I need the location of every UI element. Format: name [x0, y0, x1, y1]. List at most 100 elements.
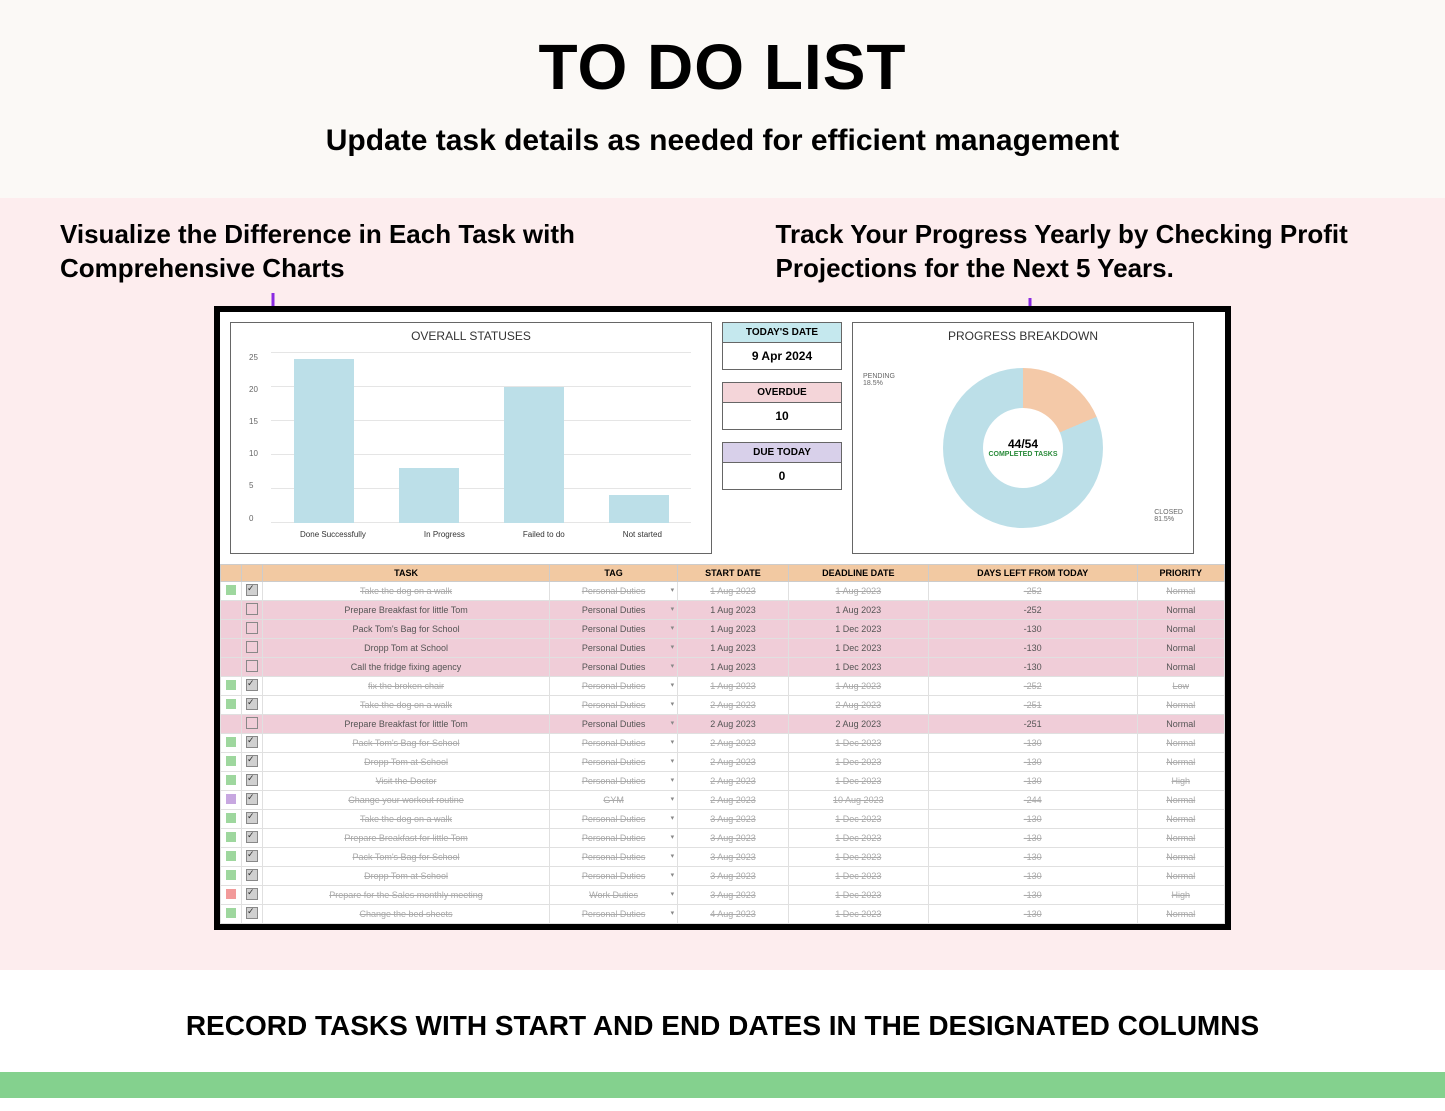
- start-date-cell[interactable]: 2 Aug 2023: [678, 771, 789, 790]
- column-header[interactable]: START DATE: [678, 564, 789, 581]
- tag-cell[interactable]: GYM: [550, 790, 678, 809]
- task-cell[interactable]: Change your workout routine: [263, 790, 550, 809]
- tag-cell[interactable]: Personal Duties: [550, 828, 678, 847]
- tag-cell[interactable]: Work Duties: [550, 885, 678, 904]
- start-date-cell[interactable]: 3 Aug 2023: [678, 847, 789, 866]
- priority-cell[interactable]: Normal: [1137, 733, 1224, 752]
- start-date-cell[interactable]: 1 Aug 2023: [678, 619, 789, 638]
- table-row[interactable]: Dropp Tom at SchoolPersonal Duties2 Aug …: [221, 752, 1225, 771]
- start-date-cell[interactable]: 2 Aug 2023: [678, 714, 789, 733]
- start-date-cell[interactable]: 2 Aug 2023: [678, 695, 789, 714]
- deadline-cell[interactable]: 1 Dec 2023: [788, 866, 928, 885]
- checkbox[interactable]: [246, 698, 258, 710]
- priority-cell[interactable]: Normal: [1137, 638, 1224, 657]
- checkbox[interactable]: [246, 584, 258, 596]
- task-cell[interactable]: Pack Tom's Bag for School: [263, 847, 550, 866]
- priority-cell[interactable]: Normal: [1137, 904, 1224, 923]
- tag-cell[interactable]: Personal Duties: [550, 847, 678, 866]
- checkbox[interactable]: [246, 717, 258, 729]
- task-cell[interactable]: Take the dog on a walk: [263, 695, 550, 714]
- priority-cell[interactable]: Normal: [1137, 809, 1224, 828]
- deadline-cell[interactable]: 1 Aug 2023: [788, 600, 928, 619]
- tag-cell[interactable]: Personal Duties: [550, 904, 678, 923]
- tag-cell[interactable]: Personal Duties: [550, 676, 678, 695]
- tag-cell[interactable]: Personal Duties: [550, 771, 678, 790]
- checkbox[interactable]: [246, 603, 258, 615]
- priority-cell[interactable]: Normal: [1137, 657, 1224, 676]
- checkbox[interactable]: [246, 888, 258, 900]
- deadline-cell[interactable]: 1 Dec 2023: [788, 904, 928, 923]
- start-date-cell[interactable]: 3 Aug 2023: [678, 809, 789, 828]
- start-date-cell[interactable]: 1 Aug 2023: [678, 600, 789, 619]
- priority-cell[interactable]: Normal: [1137, 714, 1224, 733]
- start-date-cell[interactable]: 1 Aug 2023: [678, 638, 789, 657]
- priority-cell[interactable]: Normal: [1137, 847, 1224, 866]
- deadline-cell[interactable]: 1 Dec 2023: [788, 847, 928, 866]
- tag-cell[interactable]: Personal Duties: [550, 866, 678, 885]
- checkbox[interactable]: [246, 831, 258, 843]
- table-row[interactable]: Visit the DoctorPersonal Duties2 Aug 202…: [221, 771, 1225, 790]
- task-cell[interactable]: Prepare Breakfast for little Tom: [263, 600, 550, 619]
- deadline-cell[interactable]: 2 Aug 2023: [788, 695, 928, 714]
- priority-cell[interactable]: Normal: [1137, 619, 1224, 638]
- checkbox[interactable]: [246, 774, 258, 786]
- table-row[interactable]: Prepare Breakfast for little TomPersonal…: [221, 714, 1225, 733]
- tag-cell[interactable]: Personal Duties: [550, 733, 678, 752]
- start-date-cell[interactable]: 3 Aug 2023: [678, 885, 789, 904]
- checkbox[interactable]: [246, 622, 258, 634]
- task-cell[interactable]: Dropp Tom at School: [263, 866, 550, 885]
- table-row[interactable]: Take the dog on a walkPersonal Duties2 A…: [221, 695, 1225, 714]
- priority-cell[interactable]: Normal: [1137, 581, 1224, 600]
- checkbox[interactable]: [246, 850, 258, 862]
- task-cell[interactable]: Prepare for the Sales monthly meeting: [263, 885, 550, 904]
- task-cell[interactable]: Prepare Breakfast for little Tom: [263, 714, 550, 733]
- deadline-cell[interactable]: 1 Dec 2023: [788, 828, 928, 847]
- deadline-cell[interactable]: 1 Aug 2023: [788, 581, 928, 600]
- tag-cell[interactable]: Personal Duties: [550, 619, 678, 638]
- table-row[interactable]: Prepare Breakfast for little TomPersonal…: [221, 600, 1225, 619]
- table-row[interactable]: Change the bed sheetsPersonal Duties4 Au…: [221, 904, 1225, 923]
- start-date-cell[interactable]: 1 Aug 2023: [678, 657, 789, 676]
- column-header[interactable]: TASK: [263, 564, 550, 581]
- checkbox[interactable]: [246, 679, 258, 691]
- column-header[interactable]: DEADLINE DATE: [788, 564, 928, 581]
- priority-cell[interactable]: Normal: [1137, 866, 1224, 885]
- start-date-cell[interactable]: 4 Aug 2023: [678, 904, 789, 923]
- priority-cell[interactable]: Low: [1137, 676, 1224, 695]
- deadline-cell[interactable]: 1 Dec 2023: [788, 638, 928, 657]
- task-cell[interactable]: Take the dog on a walk: [263, 581, 550, 600]
- deadline-cell[interactable]: 1 Dec 2023: [788, 885, 928, 904]
- deadline-cell[interactable]: 1 Dec 2023: [788, 771, 928, 790]
- start-date-cell[interactable]: 3 Aug 2023: [678, 866, 789, 885]
- start-date-cell[interactable]: 3 Aug 2023: [678, 828, 789, 847]
- deadline-cell[interactable]: 1 Aug 2023: [788, 676, 928, 695]
- tag-cell[interactable]: Personal Duties: [550, 809, 678, 828]
- checkbox[interactable]: [246, 755, 258, 767]
- start-date-cell[interactable]: 2 Aug 2023: [678, 733, 789, 752]
- table-row[interactable]: fix the broken chairPersonal Duties1 Aug…: [221, 676, 1225, 695]
- task-cell[interactable]: Prepare Breakfast for little Tom: [263, 828, 550, 847]
- start-date-cell[interactable]: 2 Aug 2023: [678, 752, 789, 771]
- start-date-cell[interactable]: 1 Aug 2023: [678, 581, 789, 600]
- task-cell[interactable]: fix the broken chair: [263, 676, 550, 695]
- priority-cell[interactable]: High: [1137, 771, 1224, 790]
- task-cell[interactable]: Call the fridge fixing agency: [263, 657, 550, 676]
- start-date-cell[interactable]: 2 Aug 2023: [678, 790, 789, 809]
- deadline-cell[interactable]: 1 Dec 2023: [788, 619, 928, 638]
- table-row[interactable]: Dropp Tom at SchoolPersonal Duties1 Aug …: [221, 638, 1225, 657]
- checkbox[interactable]: [246, 812, 258, 824]
- deadline-cell[interactable]: 1 Dec 2023: [788, 657, 928, 676]
- checkbox[interactable]: [246, 869, 258, 881]
- tag-cell[interactable]: Personal Duties: [550, 581, 678, 600]
- task-cell[interactable]: Dropp Tom at School: [263, 752, 550, 771]
- start-date-cell[interactable]: 1 Aug 2023: [678, 676, 789, 695]
- tag-cell[interactable]: Personal Duties: [550, 752, 678, 771]
- table-row[interactable]: Take the dog on a walkPersonal Duties3 A…: [221, 809, 1225, 828]
- table-row[interactable]: Prepare Breakfast for little TomPersonal…: [221, 828, 1225, 847]
- priority-cell[interactable]: Normal: [1137, 600, 1224, 619]
- deadline-cell[interactable]: 1 Dec 2023: [788, 752, 928, 771]
- table-row[interactable]: Call the fridge fixing agencyPersonal Du…: [221, 657, 1225, 676]
- deadline-cell[interactable]: 10 Aug 2023: [788, 790, 928, 809]
- deadline-cell[interactable]: 1 Dec 2023: [788, 809, 928, 828]
- table-row[interactable]: Pack Tom's Bag for SchoolPersonal Duties…: [221, 733, 1225, 752]
